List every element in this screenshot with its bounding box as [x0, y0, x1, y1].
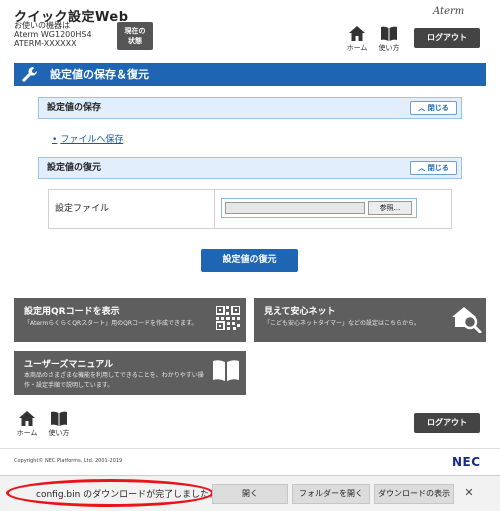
file-setting-row: 設定ファイル 参照...: [48, 189, 452, 229]
footer-home-button[interactable]: ホーム: [14, 411, 40, 441]
footer-divider: [0, 448, 500, 449]
nec-logo: NEC: [452, 455, 481, 469]
qr-code-icon: [216, 306, 240, 330]
close-icon[interactable]: ✕: [462, 486, 476, 500]
open-file-button[interactable]: 開く: [212, 484, 288, 504]
qr-code-tile[interactable]: 設定用QRコードを表示 「AtermらくらくQRスタート」用のQRコードを作成で…: [14, 298, 246, 342]
download-bar: config.bin のダウンロードが完了しました。 開く フォルダーを開く ダ…: [0, 475, 500, 511]
book-icon: [51, 411, 67, 426]
house-search-icon: [452, 307, 482, 333]
save-subsection-header: 設定値の保存 ︿ 閉じる: [38, 97, 462, 119]
manual-tile-desc-line1: 本商品のさまざまな機能を利用してできることを、わかりやすい操: [24, 372, 204, 379]
footer-home-label: ホーム: [16, 429, 38, 437]
device-id: ATERM-XXXXXX: [14, 39, 77, 48]
save-to-file-link[interactable]: • ファイルへ保存: [52, 132, 123, 145]
restore-subsection-header: 設定値の復元 ︿ 閉じる: [38, 157, 462, 179]
home-icon: [19, 411, 35, 426]
status-button-line1: 現在の: [124, 27, 146, 35]
safety-net-tile[interactable]: 見えて安心ネット 「こども安心ネットタイマー」などの設定はこちらから。: [254, 298, 486, 342]
restore-close-button[interactable]: ︿ 閉じる: [410, 161, 457, 175]
usage-label: 使い方: [378, 44, 400, 52]
footer-usage-label: 使い方: [48, 429, 70, 437]
qr-tile-title: 設定用QRコードを表示: [24, 307, 120, 317]
home-label: ホーム: [346, 44, 368, 52]
footer-logout-button[interactable]: ログアウト: [414, 413, 480, 433]
device-model: Aterm WG1200HS4: [14, 30, 92, 39]
header: クイック設定Web お使いの機器は Aterm WG1200HS4 ATERM-…: [0, 0, 500, 58]
usage-button[interactable]: 使い方: [376, 26, 402, 56]
users-manual-tile[interactable]: ユーザーズマニュアル 本商品のさまざまな機能を利用してできることを、わかりやすい…: [14, 351, 246, 395]
aterm-logo: Aterm: [433, 6, 465, 17]
status-button-line2: 状態: [128, 37, 142, 45]
save-to-file-label: ファイルへ保存: [60, 135, 124, 145]
safety-tile-desc: 「こども安心ネットタイマー」などの設定はこちらから。: [264, 320, 421, 327]
safety-tile-title: 見えて安心ネット: [264, 307, 336, 317]
open-book-icon: [213, 360, 239, 381]
chevron-up-icon: ︿: [418, 164, 426, 172]
home-icon: [349, 26, 365, 41]
restore-subsection-title: 設定値の復元: [47, 163, 102, 173]
save-subsection-title: 設定値の保存: [47, 103, 102, 113]
highlight-ellipse: [6, 479, 214, 507]
book-icon: [381, 26, 397, 41]
qr-tile-desc: 「AtermらくらくQRスタート」用のQRコードを作成できます。: [24, 320, 198, 327]
save-close-button[interactable]: ︿ 閉じる: [410, 101, 457, 115]
open-folder-button[interactable]: フォルダーを開く: [292, 484, 370, 504]
footer-usage-button[interactable]: 使い方: [46, 411, 72, 441]
browse-button[interactable]: 参照...: [368, 201, 412, 215]
home-button[interactable]: ホーム: [344, 26, 370, 56]
file-label: 設定ファイル: [49, 190, 215, 228]
show-downloads-button[interactable]: ダウンロードの表示: [374, 484, 454, 504]
copyright-text: Copyright© NEC Platforms, Ltd. 2001-2019: [14, 458, 123, 464]
restore-close-label: 閉じる: [427, 164, 449, 172]
manual-tile-desc-line2: 作・設定手順で説明しています。: [24, 382, 114, 389]
device-label: お使いの機器は: [14, 21, 70, 30]
restore-settings-button[interactable]: 設定値の復元: [201, 249, 298, 272]
wrench-icon: [22, 67, 37, 82]
save-close-label: 閉じる: [427, 104, 449, 112]
file-path-input[interactable]: [225, 202, 365, 214]
current-status-button[interactable]: 現在の 状態: [117, 22, 153, 50]
logout-button[interactable]: ログアウト: [414, 28, 480, 48]
section-title: 設定値の保存＆復元: [50, 68, 149, 81]
manual-tile-title: ユーザーズマニュアル: [24, 360, 114, 370]
bullet-icon: •: [52, 135, 58, 145]
file-picker: 参照...: [221, 198, 417, 218]
section-header: 設定値の保存＆復元: [14, 63, 486, 86]
chevron-up-icon: ︿: [418, 104, 426, 112]
